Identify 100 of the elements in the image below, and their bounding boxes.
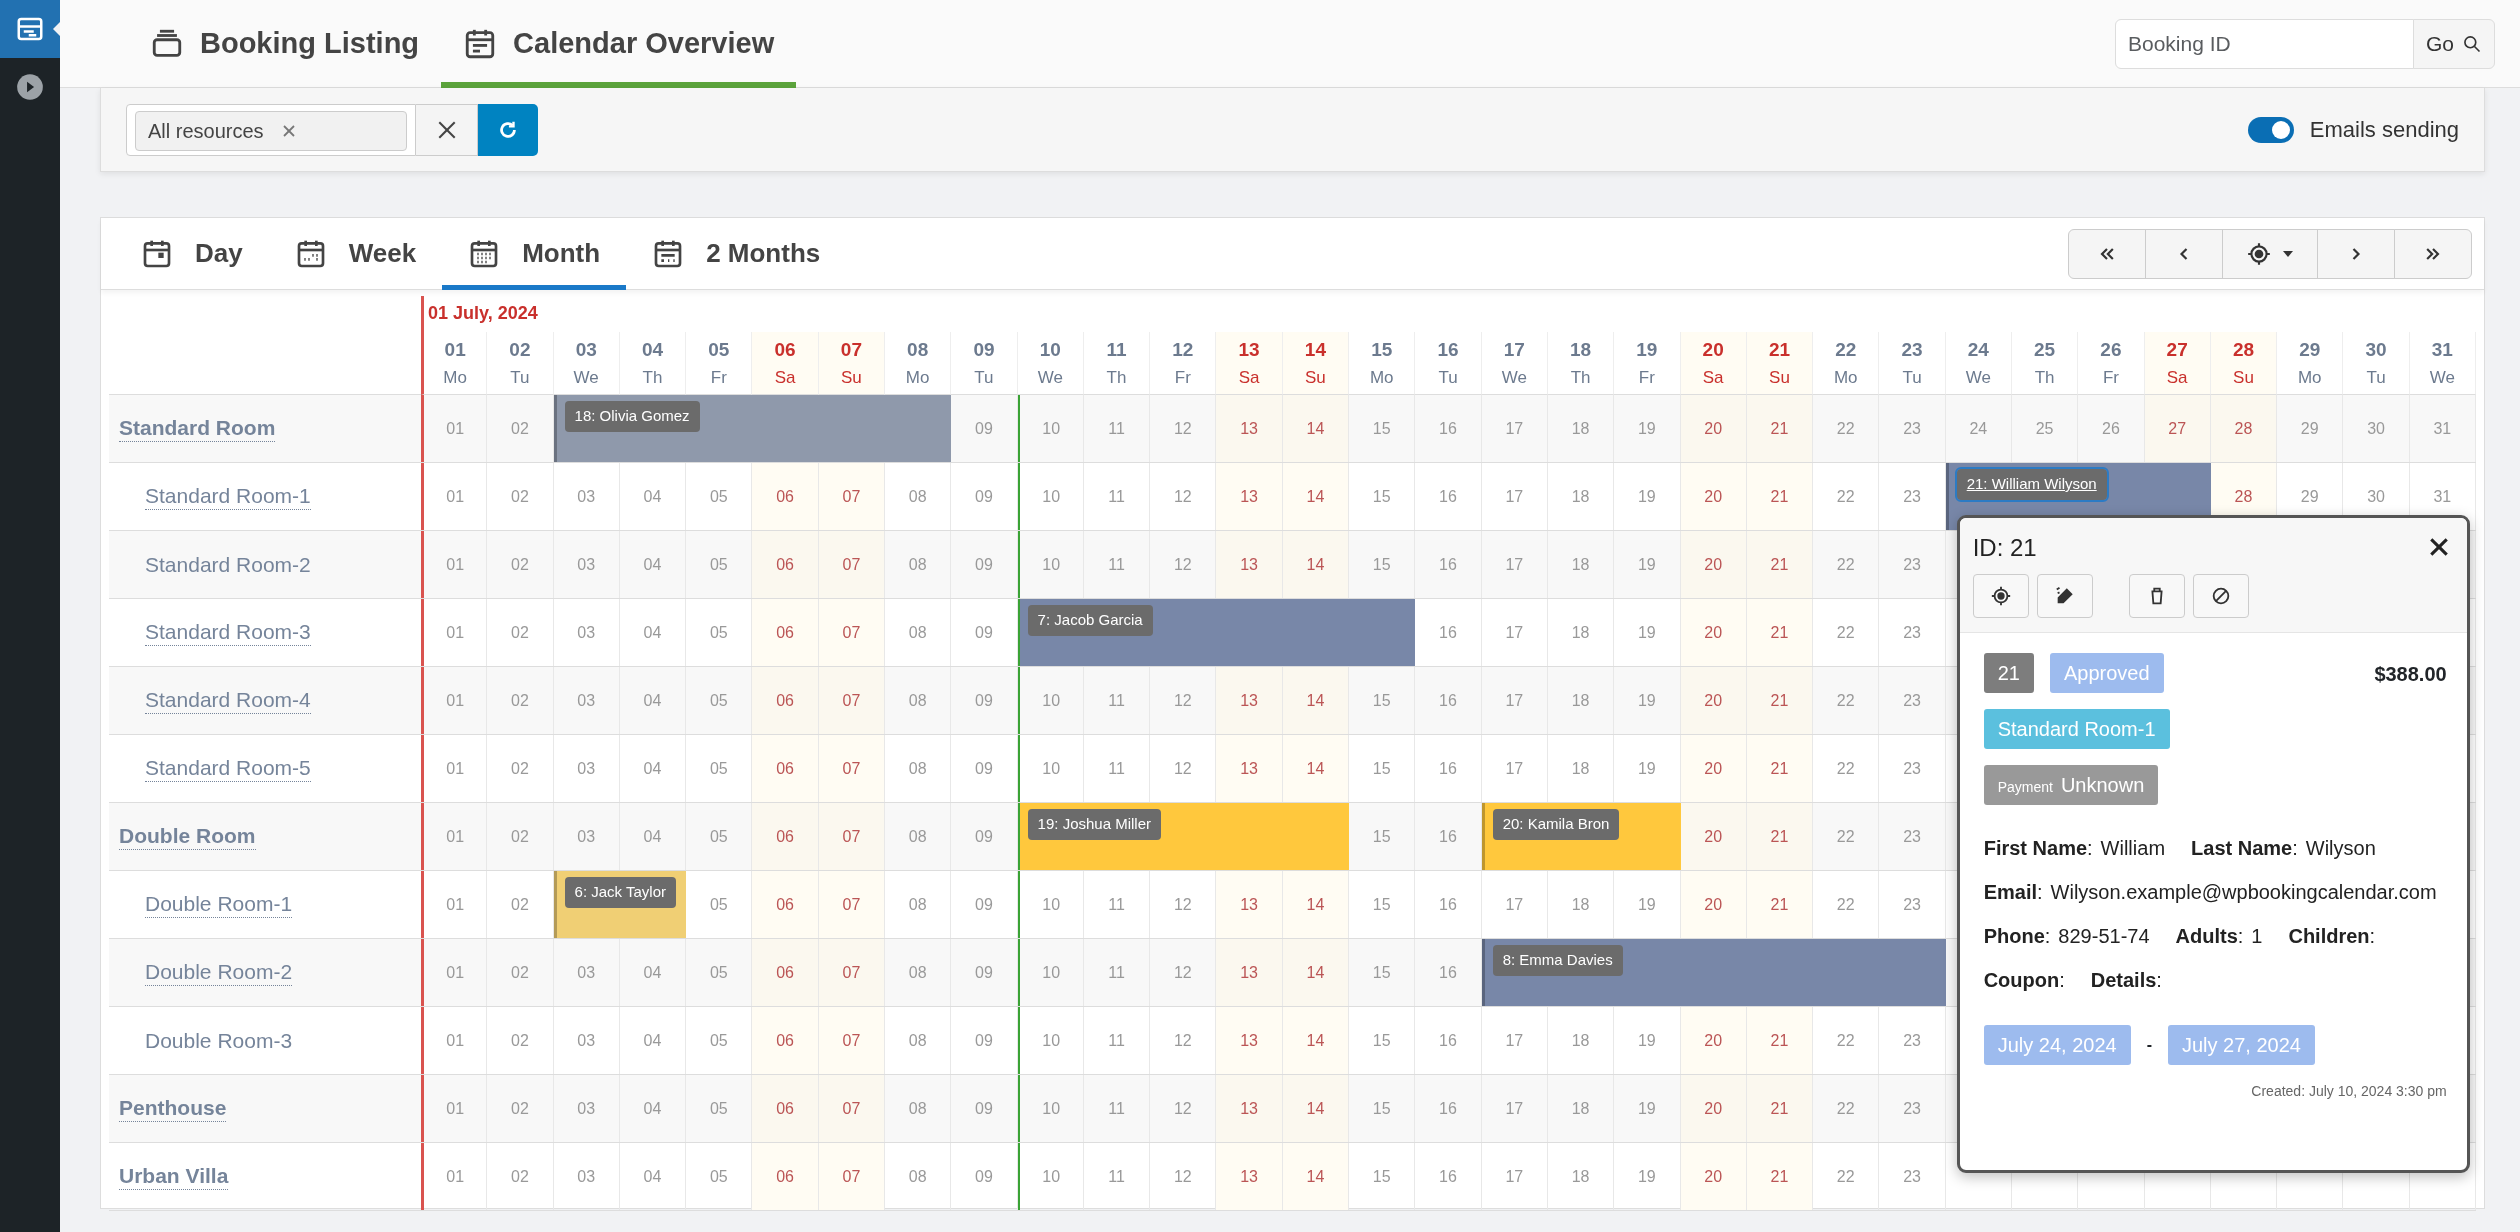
date-badge: July 27, 2024 bbox=[2168, 1025, 2315, 1065]
day-cell: 19 bbox=[1614, 1075, 1681, 1142]
day-cell: 31 bbox=[2409, 395, 2476, 462]
field-label: Last Name: bbox=[2191, 836, 2298, 861]
go-button[interactable]: Go bbox=[2413, 18, 2495, 69]
day-cell: 17 bbox=[1481, 871, 1548, 938]
day-cell: 16 bbox=[1415, 1007, 1482, 1074]
payment-label: Payment bbox=[1997, 778, 2053, 797]
locate-button[interactable] bbox=[2222, 228, 2318, 279]
day-cell: 09 bbox=[951, 599, 1018, 666]
day-cell: 18 bbox=[1547, 1075, 1615, 1142]
day-cell: 06 bbox=[752, 1143, 819, 1210]
day-cell: 07 bbox=[818, 463, 886, 530]
resource-link[interactable]: Standard Room bbox=[119, 415, 276, 442]
day-cell: 04 bbox=[619, 667, 687, 734]
day-cell: 23 bbox=[1879, 735, 1946, 802]
booking-label[interactable]: 19: Joshua Miller bbox=[1027, 809, 1161, 840]
day-cell: 22 bbox=[1813, 531, 1880, 598]
search-field[interactable]: Booking ID bbox=[2115, 18, 2414, 69]
clear-button[interactable] bbox=[416, 103, 478, 156]
day-cell: 11 bbox=[1083, 1007, 1151, 1074]
resource-link[interactable]: Penthouse bbox=[119, 1095, 227, 1122]
resource-link[interactable]: Urban Villa bbox=[119, 1163, 229, 1190]
day-cell: 15 bbox=[1349, 531, 1416, 598]
refresh-button[interactable] bbox=[478, 103, 538, 156]
day-cell: 22 bbox=[1813, 667, 1880, 734]
day-cell: 16 bbox=[1415, 463, 1482, 530]
booking-bar[interactable]: 19: Joshua Miller bbox=[1017, 803, 1350, 870]
day-cell: 06 bbox=[752, 1007, 819, 1074]
field-label: Adults: bbox=[2175, 924, 2244, 949]
close-icon[interactable] bbox=[2429, 538, 2448, 556]
day-cell: 09 bbox=[951, 531, 1018, 598]
resource-select[interactable]: All resources bbox=[126, 103, 416, 156]
day-cell: 09 bbox=[951, 735, 1018, 802]
day-cell: 02 bbox=[487, 395, 554, 462]
day-cell: 01 bbox=[421, 667, 488, 734]
day-header: 20 Sa bbox=[1680, 332, 1747, 395]
filter-tag[interactable]: All resources bbox=[135, 110, 407, 151]
day-cell: 07 bbox=[818, 735, 886, 802]
day-cell: 14 bbox=[1282, 667, 1350, 734]
day-cell: 15 bbox=[1349, 667, 1416, 734]
delete-button[interactable] bbox=[2128, 574, 2185, 618]
edit-button[interactable] bbox=[2036, 574, 2093, 618]
booking-label[interactable]: 21: William Wilyson bbox=[1956, 469, 2107, 500]
day-cell: 17 bbox=[1481, 531, 1548, 598]
day-cell: 15 bbox=[1349, 463, 1416, 530]
booking-bar[interactable]: 6: Jack Taylor bbox=[553, 871, 687, 938]
resource-link[interactable]: Standard Room-5 bbox=[145, 755, 311, 782]
resource-link[interactable]: Double Room-2 bbox=[145, 959, 293, 986]
day-cell: 14 bbox=[1282, 735, 1350, 802]
day-cell: 23 bbox=[1879, 395, 1946, 462]
remove-icon bbox=[281, 123, 296, 138]
cancel-button[interactable] bbox=[2192, 574, 2249, 618]
nav-tab[interactable]: Booking Listing bbox=[128, 0, 442, 88]
booking-bar[interactable]: 8: Emma Davies bbox=[1481, 939, 1946, 1006]
resource-badge: Standard Room-1 bbox=[1983, 709, 2170, 749]
toggle-switch[interactable] bbox=[2247, 116, 2294, 143]
day-cell: 17 bbox=[1481, 463, 1548, 530]
resource-link[interactable]: Double Room-1 bbox=[145, 891, 293, 918]
day-cell: 24 bbox=[1945, 395, 2012, 462]
day-cell: 29 bbox=[2277, 395, 2344, 462]
day-cell: 18 bbox=[1547, 1007, 1615, 1074]
resource-link[interactable]: Standard Room-3 bbox=[145, 619, 311, 646]
booking-bar[interactable]: 20: Kamila Bron bbox=[1481, 803, 1681, 870]
day-cell: 13 bbox=[1216, 1075, 1283, 1142]
view-tab[interactable]: Day bbox=[115, 218, 269, 290]
booking-bar[interactable]: 7: Jacob Garcia bbox=[1017, 599, 1416, 666]
day-cell: 23 bbox=[1879, 599, 1946, 666]
day-cell: 14 bbox=[1282, 939, 1350, 1006]
locate-button[interactable] bbox=[1972, 574, 2029, 618]
day-cell: 19 bbox=[1614, 1143, 1681, 1210]
date-separator: - bbox=[2146, 1035, 2152, 1055]
day-cell: 10 bbox=[1017, 1075, 1084, 1142]
booking-label[interactable]: 8: Emma Davies bbox=[1492, 945, 1623, 976]
resource-link[interactable]: Double Room bbox=[119, 823, 256, 850]
field-label: Email: bbox=[1983, 880, 2043, 905]
day-cell: 15 bbox=[1349, 871, 1416, 938]
view-tab[interactable]: Month bbox=[442, 218, 627, 290]
payment-status: Unknown bbox=[2060, 773, 2145, 798]
id-badge: 21 bbox=[1983, 653, 2034, 693]
day-cell: 19 bbox=[1614, 395, 1681, 462]
booking-label[interactable]: 6: Jack Taylor bbox=[564, 877, 676, 908]
resource-link[interactable]: Standard Room-1 bbox=[145, 483, 311, 510]
booking-label[interactable]: 7: Jacob Garcia bbox=[1027, 605, 1153, 636]
day-cell: 08 bbox=[885, 871, 952, 938]
day-cell: 19 bbox=[1614, 871, 1681, 938]
booking-label[interactable]: 20: Kamila Bron bbox=[1492, 809, 1620, 840]
sidebar-item[interactable] bbox=[0, 0, 60, 58]
day-cell: 13 bbox=[1216, 939, 1283, 1006]
day-cell: 03 bbox=[553, 1075, 620, 1142]
resource-link[interactable]: Standard Room-4 bbox=[145, 687, 311, 714]
day-cell: 02 bbox=[487, 871, 554, 938]
day-header: 14 Su bbox=[1282, 332, 1350, 395]
view-tab[interactable]: Week bbox=[268, 218, 443, 290]
booking-label[interactable]: 18: Olivia Gomez bbox=[564, 401, 700, 432]
view-tab[interactable]: 2 Months bbox=[626, 218, 847, 290]
booking-bar[interactable]: 18: Olivia Gomez bbox=[553, 395, 952, 462]
day-cell: 08 bbox=[885, 803, 952, 870]
day-cell: 18 bbox=[1547, 395, 1615, 462]
day-cell: 30 bbox=[2343, 395, 2410, 462]
